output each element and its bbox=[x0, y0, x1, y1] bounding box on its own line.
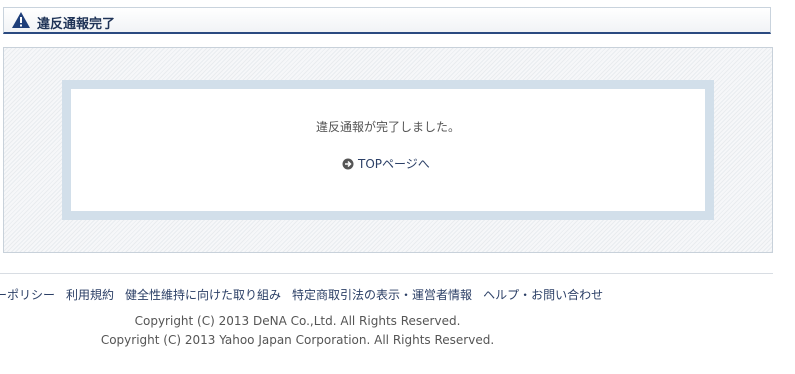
top-page-link[interactable]: TOPページへ bbox=[342, 155, 430, 172]
footer-links: ーポリシー 利用規約 健全性維持に向けた取り組み 特定商取引法の表示・運営者情報… bbox=[0, 286, 603, 303]
footer-link-help[interactable]: ヘルプ・お問い合わせ bbox=[483, 286, 603, 303]
page-title: 違反通報完了 bbox=[37, 17, 116, 32]
footer-divider bbox=[0, 273, 773, 274]
page-header: 違反通報完了 bbox=[3, 7, 771, 34]
footer-link-policy[interactable]: ーポリシー bbox=[0, 286, 55, 303]
content-panel: 違反通報が完了しました。 TOPページへ bbox=[3, 47, 773, 253]
arrow-right-circle-icon bbox=[342, 158, 354, 169]
top-page-link-label: TOPページへ bbox=[358, 157, 430, 171]
warning-icon bbox=[12, 12, 30, 28]
copyright-yahoo: Copyright (C) 2013 Yahoo Japan Corporati… bbox=[100, 333, 495, 347]
copyright-dena: Copyright (C) 2013 DeNA Co.,Ltd. All Rig… bbox=[134, 314, 461, 328]
footer-link-commercial-law[interactable]: 特定商取引法の表示・運営者情報 bbox=[292, 286, 472, 303]
footer-link-integrity[interactable]: 健全性維持に向けた取り組み bbox=[125, 286, 281, 303]
message-box: 違反通報が完了しました。 TOPページへ bbox=[62, 80, 714, 220]
page: 違反通報完了 違反通報が完了しました。 TOPページへ ーポリシー 利用規約 健… bbox=[0, 0, 795, 374]
completion-message: 違反通報が完了しました。 bbox=[315, 120, 460, 134]
footer-link-terms[interactable]: 利用規約 bbox=[66, 286, 114, 303]
